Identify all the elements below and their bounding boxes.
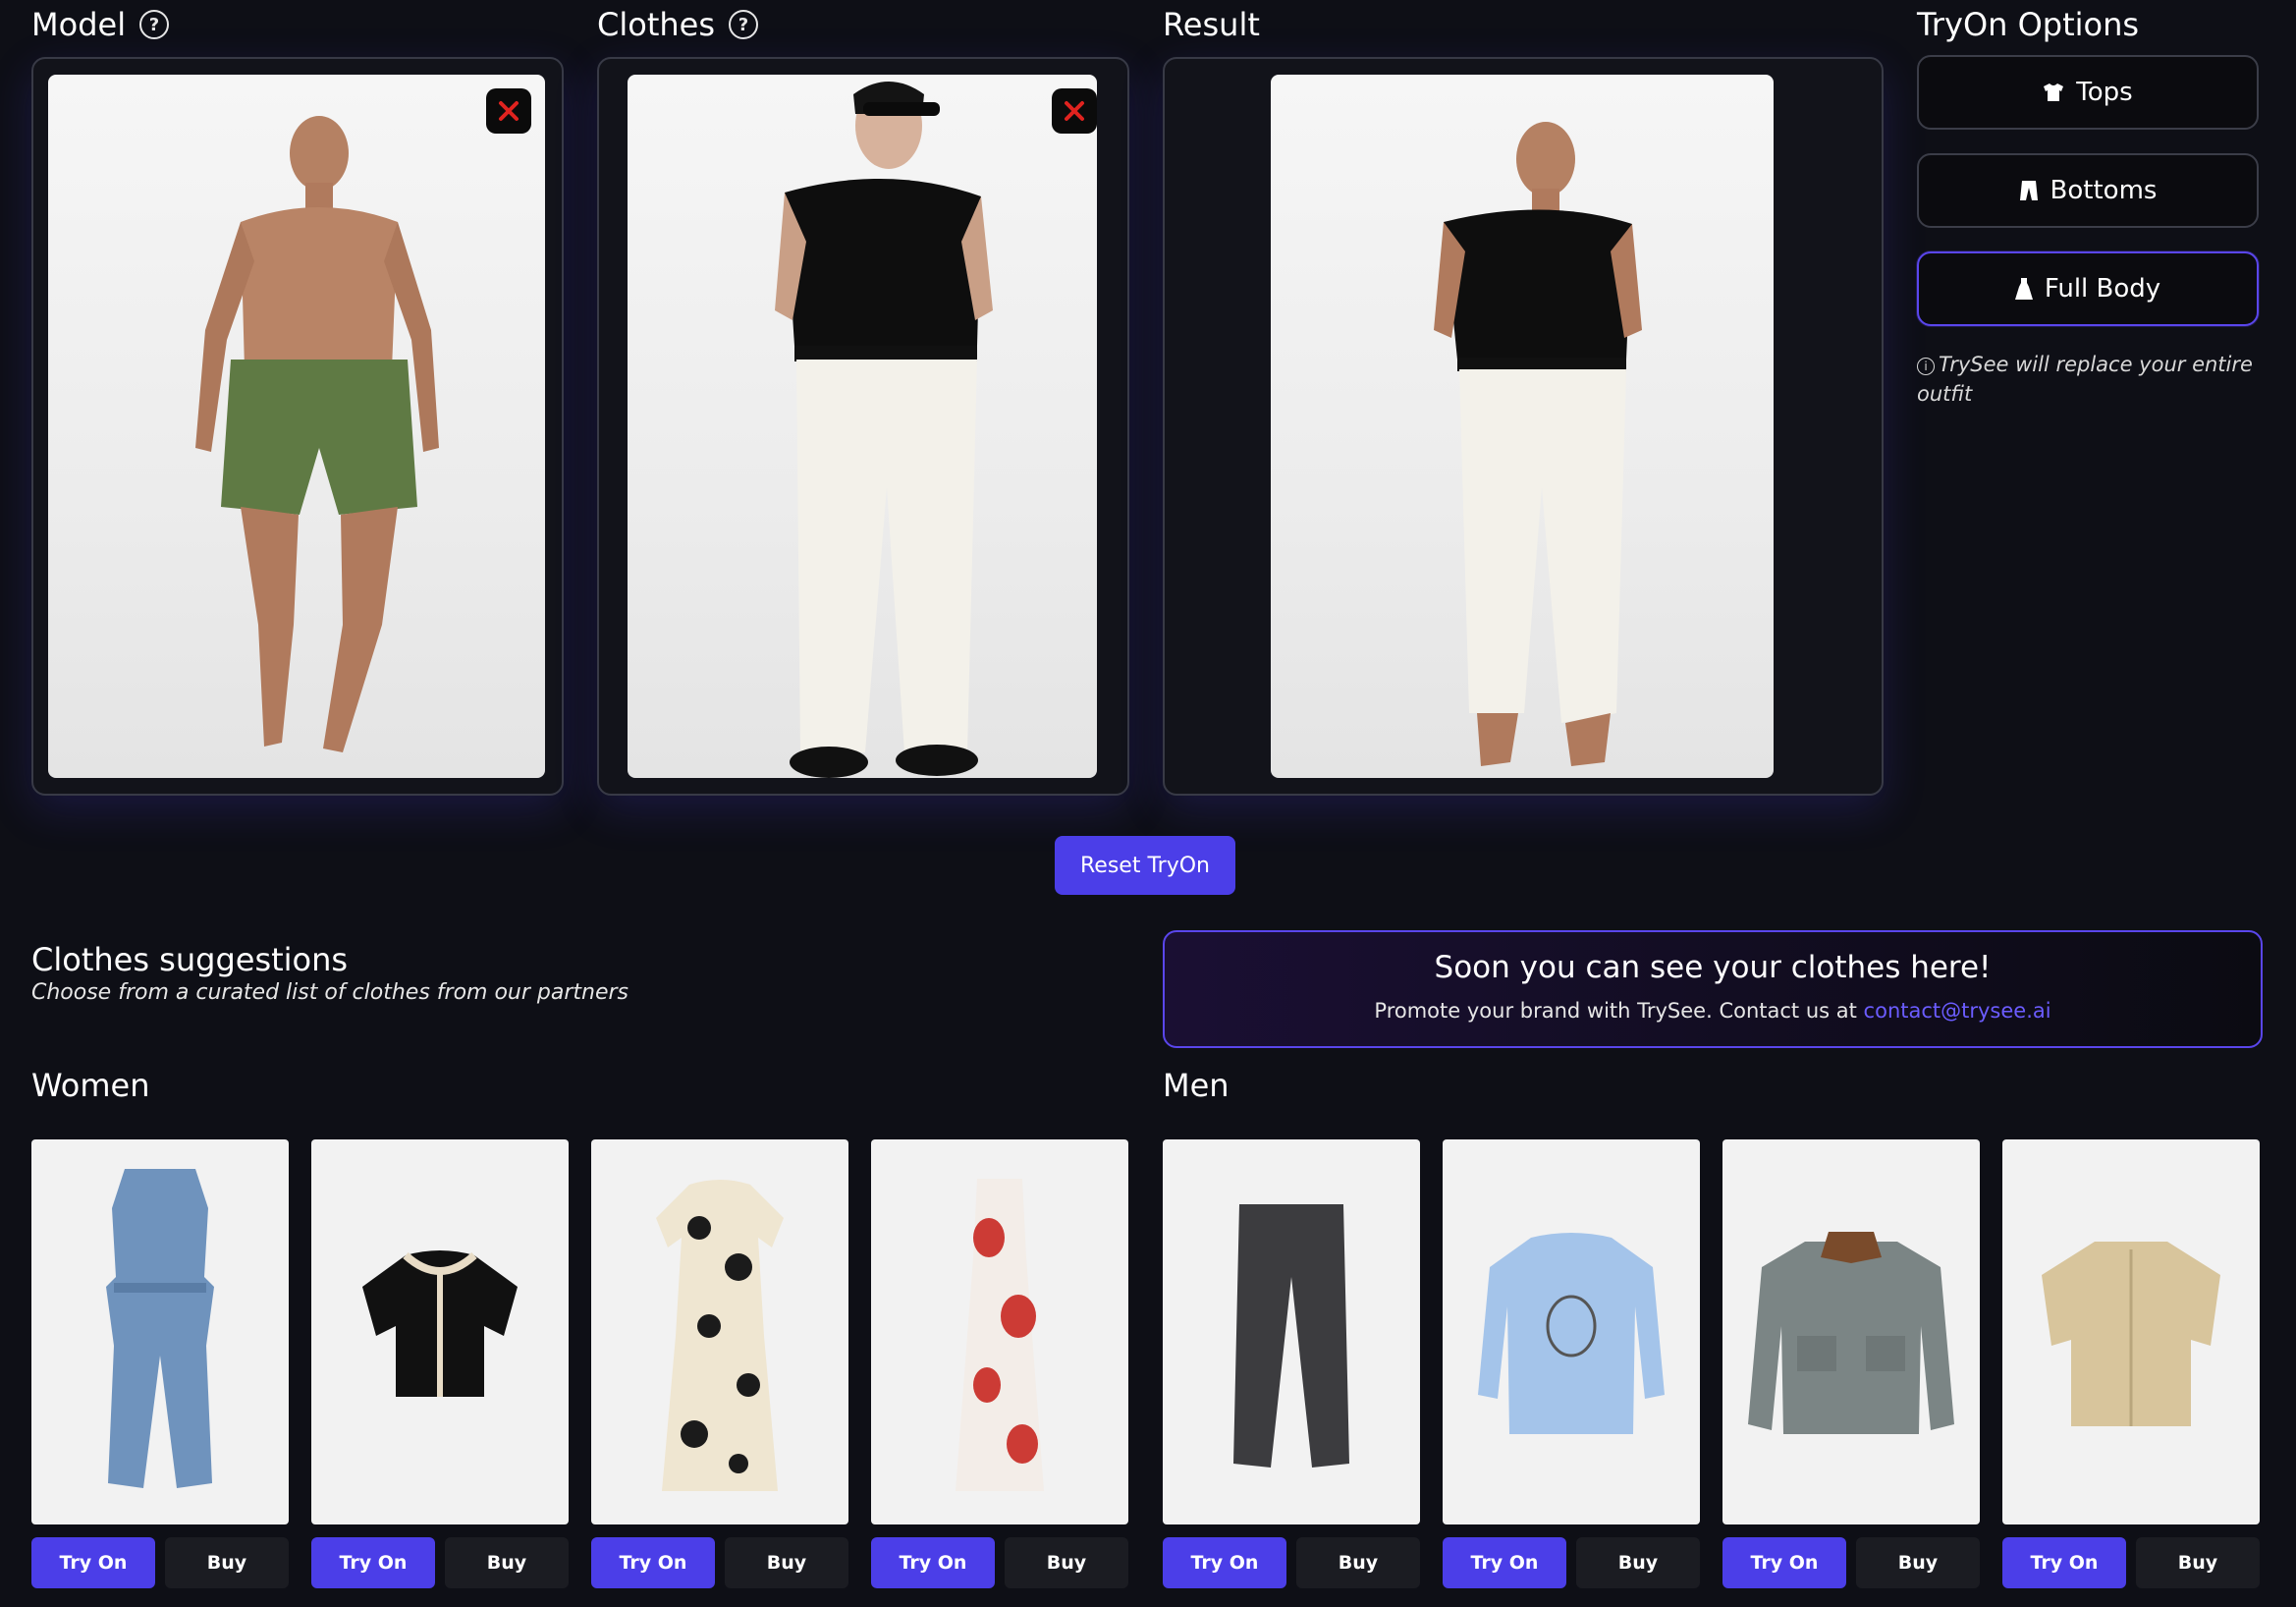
women-title: Women — [31, 1067, 150, 1104]
close-icon — [1065, 101, 1084, 121]
help-icon[interactable]: ? — [139, 10, 169, 39]
result-image — [1271, 75, 1774, 778]
close-icon — [499, 101, 519, 121]
tops-label: Tops — [2076, 78, 2133, 107]
try-on-button[interactable]: Try On — [1722, 1537, 1846, 1588]
try-on-button[interactable]: Try On — [591, 1537, 715, 1588]
bottoms-option-button[interactable]: Bottoms — [1917, 153, 2259, 228]
product-image[interactable] — [2002, 1139, 2260, 1524]
full-body-label: Full Body — [2044, 274, 2161, 304]
reset-tryon-button[interactable]: Reset TryOn — [1055, 836, 1235, 895]
promo-line: Promote your brand with TrySee. Contact … — [1165, 999, 2261, 1023]
option-note-text: TrySee will replace your entire outfit — [1917, 353, 2253, 406]
try-on-button[interactable]: Try On — [871, 1537, 995, 1588]
buy-button[interactable]: Buy — [165, 1537, 289, 1588]
product-image[interactable] — [591, 1139, 848, 1524]
promo-title: Soon you can see your clothes here! — [1434, 950, 1992, 985]
knit-cardigan-image — [362, 1250, 518, 1397]
info-icon: i — [1917, 358, 1935, 375]
product-image[interactable] — [1443, 1139, 1700, 1524]
promo-text: Promote your brand with TrySee. Contact … — [1374, 999, 1857, 1023]
buy-button[interactable]: Buy — [1005, 1537, 1128, 1588]
buy-button[interactable]: Buy — [1856, 1537, 1980, 1588]
product-image[interactable] — [31, 1139, 289, 1524]
buy-button[interactable]: Buy — [445, 1537, 569, 1588]
denim-jumpsuit-image — [106, 1169, 214, 1488]
product-image[interactable] — [311, 1139, 569, 1524]
clothes-title: Clothes — [597, 6, 715, 43]
red-print-slip-dress-image — [956, 1179, 1044, 1491]
beige-shirt-image — [2042, 1242, 2220, 1426]
black-jeans-image — [1233, 1204, 1349, 1468]
suggestions-subtitle: Choose from a curated list of clothes fr… — [31, 980, 629, 1005]
tryon-options-title: TryOn Options — [1917, 6, 2140, 43]
grey-jacket-image — [1748, 1232, 1954, 1434]
tshirt-icon — [2044, 83, 2064, 101]
blue-sweatshirt-image — [1478, 1233, 1665, 1434]
men-title: Men — [1163, 1067, 1230, 1104]
model-image[interactable] — [48, 75, 545, 778]
try-on-button[interactable]: Try On — [31, 1537, 155, 1588]
remove-model-button[interactable] — [486, 88, 531, 134]
clothes-person-figure — [775, 82, 993, 778]
try-on-button[interactable]: Try On — [2002, 1537, 2126, 1588]
suggestions-title: Clothes suggestions — [31, 941, 349, 978]
model-title: Model — [31, 6, 127, 43]
model-person-figure — [195, 116, 439, 752]
try-on-button[interactable]: Try On — [1163, 1537, 1286, 1588]
full-body-option-button[interactable]: Full Body — [1917, 251, 2259, 326]
promo-banner: Soon you can see your clothes here! Prom… — [1163, 930, 2263, 1048]
clothes-image[interactable] — [628, 75, 1097, 778]
result-person-figure — [1434, 122, 1642, 766]
try-on-button[interactable]: Try On — [1443, 1537, 1566, 1588]
buy-button[interactable]: Buy — [1576, 1537, 1700, 1588]
floral-dress-image — [656, 1180, 784, 1491]
dress-icon — [2014, 278, 2033, 300]
product-image[interactable] — [1722, 1139, 1980, 1524]
promo-email-link[interactable]: contact@trysee.ai — [1864, 999, 2051, 1023]
buy-button[interactable]: Buy — [1296, 1537, 1420, 1588]
remove-clothes-button[interactable] — [1052, 88, 1097, 134]
buy-button[interactable]: Buy — [725, 1537, 848, 1588]
product-image[interactable] — [1163, 1139, 1420, 1524]
buy-button[interactable]: Buy — [2136, 1537, 2260, 1588]
tops-option-button[interactable]: Tops — [1917, 55, 2259, 130]
bottoms-label: Bottoms — [2050, 176, 2158, 205]
product-image[interactable] — [871, 1139, 1128, 1524]
option-note: i TrySee will replace your entire outfit — [1917, 350, 2270, 409]
help-icon[interactable]: ? — [729, 10, 758, 39]
result-title: Result — [1163, 6, 1260, 43]
pants-icon — [2019, 181, 2038, 200]
try-on-button[interactable]: Try On — [311, 1537, 435, 1588]
